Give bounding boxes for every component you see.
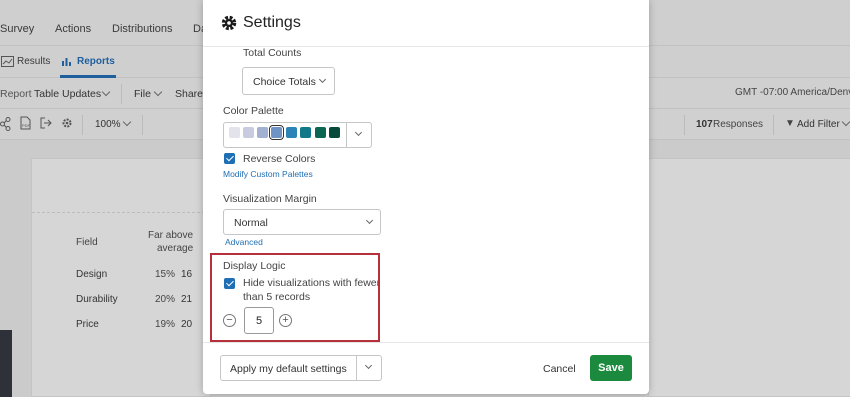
export-icon[interactable] xyxy=(40,117,52,129)
divider xyxy=(773,115,774,135)
timezone-label[interactable]: GMT -07:00 America/Denve xyxy=(735,87,850,98)
responses-label: Responses xyxy=(713,119,764,130)
gear-icon xyxy=(221,15,237,31)
card-header xyxy=(32,159,210,213)
row-field: Price xyxy=(76,319,99,330)
chevron-down-icon xyxy=(318,75,327,84)
total-counts-label: Total Counts xyxy=(243,47,302,59)
chevron-down-icon[interactable] xyxy=(841,117,850,127)
color-palette-label: Color Palette xyxy=(223,105,284,117)
apply-default-button[interactable]: Apply my default settings xyxy=(220,355,357,381)
add-filter-button[interactable]: Add Filter xyxy=(797,119,840,130)
zoom-level[interactable]: 100% xyxy=(95,119,121,130)
report-name[interactable]: Table Updates xyxy=(34,88,101,100)
nav-distributions[interactable]: Distributions xyxy=(112,23,173,35)
total-counts-dropdown[interactable]: Choice Totals xyxy=(242,67,335,95)
total-counts-value: Choice Totals xyxy=(253,76,316,88)
share-menu[interactable]: Share xyxy=(175,88,203,100)
row-field: Design xyxy=(76,269,108,280)
chevron-down-icon[interactable] xyxy=(101,87,111,97)
row-pct: 19% xyxy=(155,319,176,330)
palette-swatch xyxy=(300,127,311,138)
modal-header: Settings xyxy=(203,0,649,47)
cancel-button[interactable]: Cancel xyxy=(543,363,576,375)
viz-margin-value: Normal xyxy=(234,217,268,229)
divider xyxy=(142,115,143,135)
filter-icon[interactable]: ▼ xyxy=(785,118,795,129)
pdf-icon[interactable]: PDF xyxy=(20,116,31,130)
column-header-far-above-2: average xyxy=(157,243,194,254)
chevron-down-icon[interactable] xyxy=(153,87,163,97)
row-count: 20 xyxy=(181,319,193,330)
palette-swatch xyxy=(286,127,297,138)
tab-reports[interactable]: Reports xyxy=(77,56,115,67)
reverse-colors-label: Reverse Colors xyxy=(243,153,316,165)
modal-title: Settings xyxy=(243,14,301,31)
file-menu[interactable]: File xyxy=(134,88,151,100)
palette-swatch xyxy=(269,125,284,140)
display-logic-highlight xyxy=(210,253,380,342)
tab-results[interactable]: Results xyxy=(17,56,50,67)
save-button[interactable]: Save xyxy=(590,355,632,381)
reverse-colors-checkbox[interactable] xyxy=(224,153,235,164)
row-pct: 20% xyxy=(155,294,176,305)
column-header-far-above-1: Far above xyxy=(148,230,194,241)
svg-text:PDF: PDF xyxy=(22,123,31,128)
nav-actions[interactable]: Actions xyxy=(55,23,91,35)
palette-dropdown-toggle[interactable] xyxy=(346,122,372,148)
chevron-down-icon xyxy=(354,128,363,137)
palette-swatch xyxy=(329,127,340,138)
row-pct: 15% xyxy=(155,269,176,280)
row-field: Durability xyxy=(76,294,118,305)
row-count: 21 xyxy=(181,294,193,305)
palette-swatch xyxy=(229,127,240,138)
viz-margin-dropdown[interactable]: Normal xyxy=(223,209,381,235)
apply-default-label: Apply my default settings xyxy=(230,363,347,375)
chevron-down-icon xyxy=(364,361,373,370)
side-tab[interactable] xyxy=(0,330,12,397)
divider xyxy=(82,115,83,135)
row-count: 16 xyxy=(181,269,193,280)
palette-swatch xyxy=(257,127,268,138)
modify-palettes-link[interactable]: Modify Custom Palettes xyxy=(223,169,313,179)
results-icon xyxy=(1,56,14,67)
viz-margin-label: Visualization Margin xyxy=(223,193,317,205)
share-icon[interactable] xyxy=(0,117,11,131)
gear-icon[interactable] xyxy=(61,117,73,129)
chevron-down-icon xyxy=(365,216,374,225)
column-header-field: Field xyxy=(76,237,98,248)
nav-survey[interactable]: Survey xyxy=(0,23,34,35)
second-visualization[interactable] xyxy=(648,158,850,397)
reports-icon xyxy=(62,58,71,66)
advanced-link[interactable]: Advanced xyxy=(225,237,263,247)
palette-swatch xyxy=(315,127,326,138)
responses-count: 107 xyxy=(696,119,713,130)
palette-swatch xyxy=(243,127,254,138)
divider xyxy=(684,115,685,135)
divider xyxy=(121,84,122,104)
apply-default-dropdown[interactable] xyxy=(356,355,382,381)
report-prefix: Report xyxy=(0,88,32,100)
chevron-down-icon[interactable] xyxy=(122,117,132,127)
